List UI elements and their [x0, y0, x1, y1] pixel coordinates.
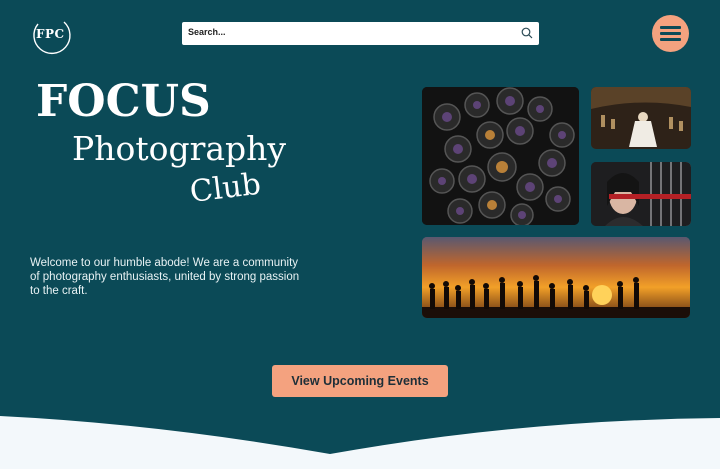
logo-text: FPC [36, 27, 65, 41]
hero-title-photography: Photography [72, 129, 287, 168]
view-upcoming-events-button[interactable]: View Upcoming Events [272, 365, 448, 397]
menu-line-top [660, 26, 681, 29]
footer-wave [0, 416, 720, 469]
landing-page: FPC Search... FOCUS Photography Club Wel… [0, 0, 720, 469]
menu-line-middle [660, 32, 681, 35]
hamburger-menu-icon[interactable] [652, 15, 689, 52]
menu-line-bottom [660, 38, 681, 41]
wedding-photo [591, 87, 691, 149]
search-icon[interactable] [521, 27, 533, 39]
lenses-image [422, 87, 579, 225]
hero-title-club: Club [187, 166, 263, 210]
hero-title-focus: FOCUS [36, 76, 211, 127]
search-placeholder: Search... [188, 27, 226, 37]
portrait-image [591, 162, 691, 226]
sunset-image [422, 237, 690, 318]
sunset-group-photo [422, 237, 690, 318]
wedding-image [591, 87, 691, 149]
intro-text: Welcome to our humble abode! We are a co… [30, 257, 300, 297]
portrait-photo [591, 162, 691, 226]
club-logo[interactable]: FPC [30, 14, 72, 56]
camera-lenses-photo [422, 87, 579, 225]
search-input[interactable]: Search... [182, 22, 539, 45]
